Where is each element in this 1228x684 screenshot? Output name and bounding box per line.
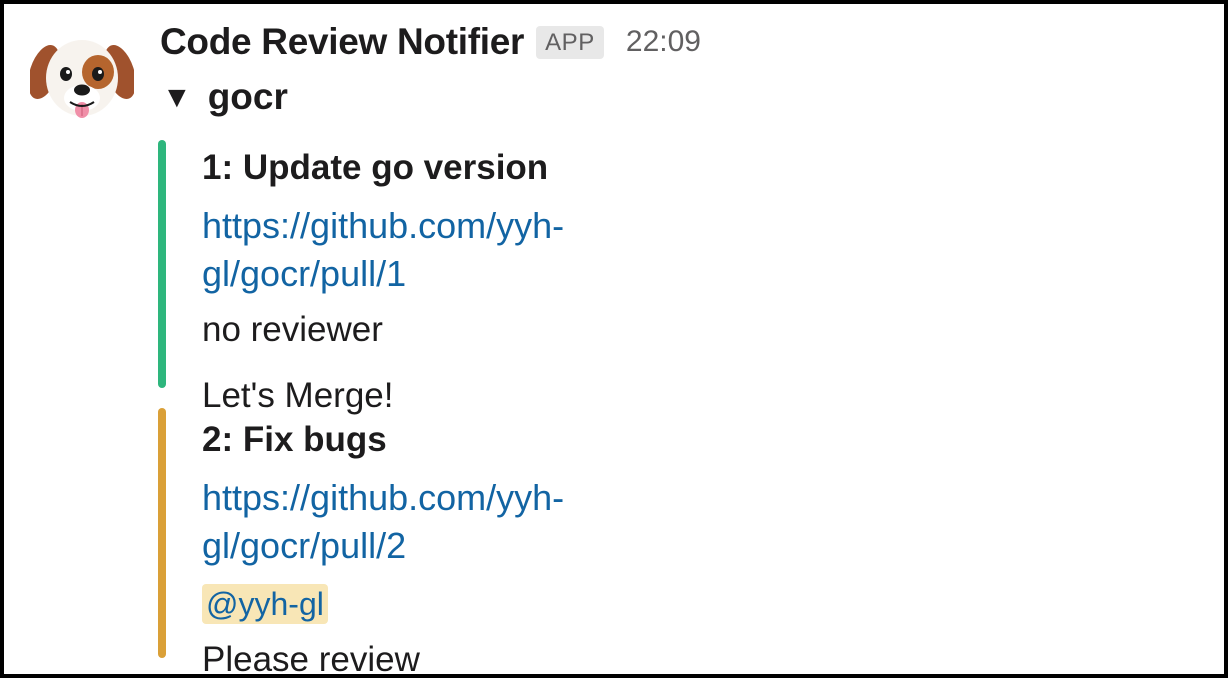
repo-toggle[interactable]: ▼ gocr bbox=[162, 76, 288, 118]
pull-request-title: 1: Update go version bbox=[202, 148, 549, 187]
puppy-face-icon[interactable] bbox=[28, 32, 136, 124]
attachment-color-bar bbox=[158, 408, 166, 658]
app-badge: APP bbox=[536, 25, 604, 59]
attachment-color-bar bbox=[158, 140, 166, 388]
pull-request-link[interactable]: https://github.com/yyh-gl/gocr/pull/1 bbox=[202, 202, 564, 298]
status-text: Please review bbox=[202, 640, 420, 679]
message-header: Code Review Notifier APP 22:09 bbox=[160, 16, 701, 68]
triangle-down-icon[interactable]: ▼ bbox=[162, 81, 192, 115]
repo-name: gocr bbox=[207, 76, 288, 117]
message-timestamp[interactable]: 22:09 bbox=[626, 25, 701, 59]
pull-request-title: 2: Fix bugs bbox=[202, 420, 387, 459]
reviewer-text: no reviewer bbox=[202, 310, 383, 349]
user-mention[interactable]: @yyh-gl bbox=[202, 584, 328, 624]
message-frame: Code Review Notifier APP 22:09 ▼ gocr 1:… bbox=[0, 0, 1228, 679]
pull-request-link[interactable]: https://github.com/yyh-gl/gocr/pull/2 bbox=[202, 474, 564, 570]
sender-name[interactable]: Code Review Notifier bbox=[160, 21, 524, 63]
status-text: Let's Merge! bbox=[202, 376, 394, 415]
